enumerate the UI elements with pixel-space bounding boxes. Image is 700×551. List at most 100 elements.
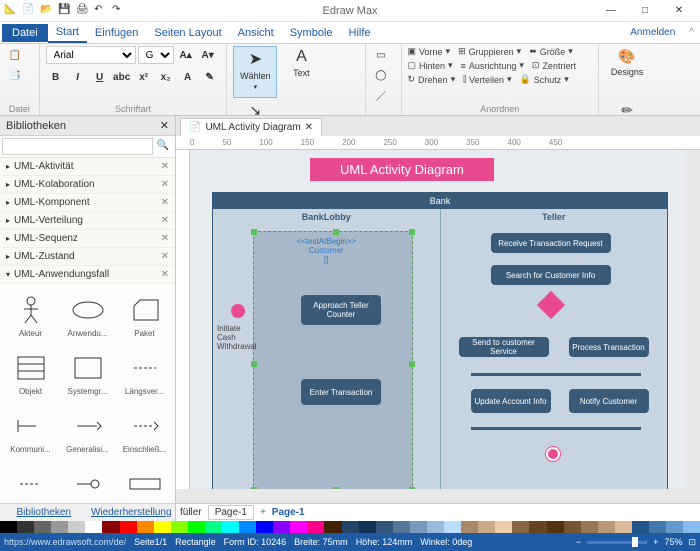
subscript-button[interactable]: x₂ (156, 68, 176, 86)
diagram-title[interactable]: UML Activity Diagram (310, 158, 494, 181)
shape-stencil[interactable]: Systemgr... (59, 344, 116, 402)
minimize-button[interactable]: — (598, 2, 624, 20)
lib-search-input[interactable] (2, 138, 153, 155)
color-swatch[interactable] (205, 521, 222, 533)
shape-stencil[interactable]: Generalisi... (59, 402, 116, 460)
tab-help[interactable]: Hilfe (341, 24, 379, 42)
size-button[interactable]: ⬌ Größe ▾ (529, 46, 573, 57)
selection-box[interactable] (253, 231, 413, 489)
file-menu[interactable]: Datei (2, 24, 48, 42)
color-swatch[interactable] (564, 521, 581, 533)
shape-stencil[interactable]: Anwendu... (59, 286, 116, 344)
page-tab-1[interactable]: Page-1 (208, 505, 254, 520)
shape-stencil[interactable]: Einschließ... (116, 402, 173, 460)
color-swatch[interactable] (632, 521, 649, 533)
shape-stencil[interactable]: Paket (116, 286, 173, 344)
lib-category[interactable]: ▸UML-Zustand✕ (0, 248, 175, 266)
lib-category[interactable]: ▸UML-Aktivität✕ (0, 158, 175, 176)
color-swatch[interactable] (495, 521, 512, 533)
decision-node[interactable] (536, 291, 564, 319)
copy-icon[interactable]: 📑 (6, 66, 24, 84)
color-swatch[interactable] (85, 521, 102, 533)
distribute-button[interactable]: ⫿ Verteilen ▾ (463, 74, 511, 85)
tab-close-icon[interactable]: ✕ (305, 122, 313, 133)
scrollbar-h[interactable] (176, 489, 700, 503)
new-icon[interactable]: 📄 (22, 4, 36, 18)
grow-font-icon[interactable]: A▴ (176, 46, 196, 64)
tab-layout[interactable]: Seiten Layout (146, 24, 229, 42)
text-tool[interactable]: A Text (279, 46, 323, 98)
strike-button[interactable]: abc (112, 68, 132, 86)
redo-icon[interactable]: ↷ (112, 4, 126, 18)
start-node[interactable] (231, 304, 245, 318)
send-back-button[interactable]: ▢ Hinten ▾ (408, 60, 453, 71)
node-receive[interactable]: Receive Transaction Request (491, 233, 611, 253)
color-swatch[interactable] (598, 521, 615, 533)
paste-icon[interactable]: 📋 (6, 46, 24, 64)
lib-tab-libraries[interactable]: Bibliotheken (0, 504, 88, 521)
lib-close-icon[interactable]: ✕ (160, 119, 169, 132)
color-swatch[interactable] (547, 521, 564, 533)
color-swatch[interactable] (273, 521, 290, 533)
lib-category[interactable]: ▸UML-Verteilung✕ (0, 212, 175, 230)
color-swatch[interactable] (222, 521, 239, 533)
color-swatch[interactable] (34, 521, 51, 533)
color-swatch[interactable] (68, 521, 85, 533)
color-swatch[interactable] (256, 521, 273, 533)
bring-front-button[interactable]: ▣ Vorne ▾ (408, 46, 451, 57)
color-swatch[interactable] (393, 521, 410, 533)
save-icon[interactable]: 💾 (58, 4, 72, 18)
font-size-select[interactable]: Größe (138, 46, 174, 64)
color-swatch[interactable] (17, 521, 34, 533)
align-button[interactable]: ≡ Ausrichtung ▾ (461, 60, 524, 71)
color-swatch[interactable] (120, 521, 137, 533)
node-send[interactable]: Send to customer Service (459, 337, 549, 357)
color-swatch[interactable] (154, 521, 171, 533)
color-swatch[interactable] (342, 521, 359, 533)
color-swatch[interactable] (478, 521, 495, 533)
fork-bar[interactable] (471, 373, 641, 376)
tab-insert[interactable]: Einfügen (87, 24, 146, 42)
color-swatch[interactable] (51, 521, 68, 533)
shape-stencil[interactable]: Schnittstelle (59, 460, 116, 503)
color-swatch[interactable] (188, 521, 205, 533)
rotate-button[interactable]: ↻ Drehen ▾ (408, 74, 456, 85)
shape-rect-icon[interactable]: ▭ (372, 46, 390, 64)
color-swatch[interactable] (683, 521, 700, 533)
color-swatch[interactable] (0, 521, 17, 533)
search-icon[interactable]: 🔍 (153, 138, 173, 155)
highlight-button[interactable]: ✎ (200, 68, 220, 86)
color-swatch[interactable] (359, 521, 376, 533)
center-button[interactable]: ⊡ Zentriert (532, 60, 576, 71)
print-icon[interactable]: 🖨 (76, 4, 90, 18)
color-swatch[interactable] (427, 521, 444, 533)
collapse-ribbon-icon[interactable]: ^ (683, 27, 700, 38)
color-swatch[interactable] (615, 521, 632, 533)
shape-stencil[interactable]: Kommuni... (2, 402, 59, 460)
login-link[interactable]: Anmelden (630, 27, 683, 38)
lib-category[interactable]: ▸UML-Komponent✕ (0, 194, 175, 212)
page-tab-1b[interactable]: Page-1 (272, 507, 305, 518)
undo-icon[interactable]: ↶ (94, 4, 108, 18)
document-tab[interactable]: 📄 UML Activity Diagram ✕ (180, 118, 322, 136)
font-family-select[interactable]: Arial (46, 46, 136, 64)
color-swatch[interactable] (102, 521, 119, 533)
fit-page-icon[interactable]: ⊡ (688, 537, 696, 548)
shape-stencil[interactable]: Akteur (2, 286, 59, 344)
tab-start[interactable]: Start (48, 23, 87, 43)
shape-stencil[interactable]: Ausschli... (2, 460, 59, 503)
node-approach[interactable]: Approach Teller Counter (301, 295, 381, 325)
color-swatch[interactable] (461, 521, 478, 533)
color-swatch[interactable] (410, 521, 427, 533)
italic-button[interactable]: I (68, 68, 88, 86)
superscript-button[interactable]: x² (134, 68, 154, 86)
node-process[interactable]: Process Transaction (569, 337, 649, 357)
end-node[interactable] (546, 447, 560, 461)
node-enter[interactable]: Enter Transaction (301, 379, 381, 405)
color-swatch[interactable] (444, 521, 461, 533)
zoom-slider[interactable] (587, 541, 647, 544)
color-palette[interactable] (0, 521, 700, 533)
canvas[interactable]: UML Activity Diagram Bank BankLobby (190, 150, 686, 489)
shape-stencil[interactable]: Längsver... (116, 344, 173, 402)
shape-line-icon[interactable]: ／ (372, 86, 390, 104)
